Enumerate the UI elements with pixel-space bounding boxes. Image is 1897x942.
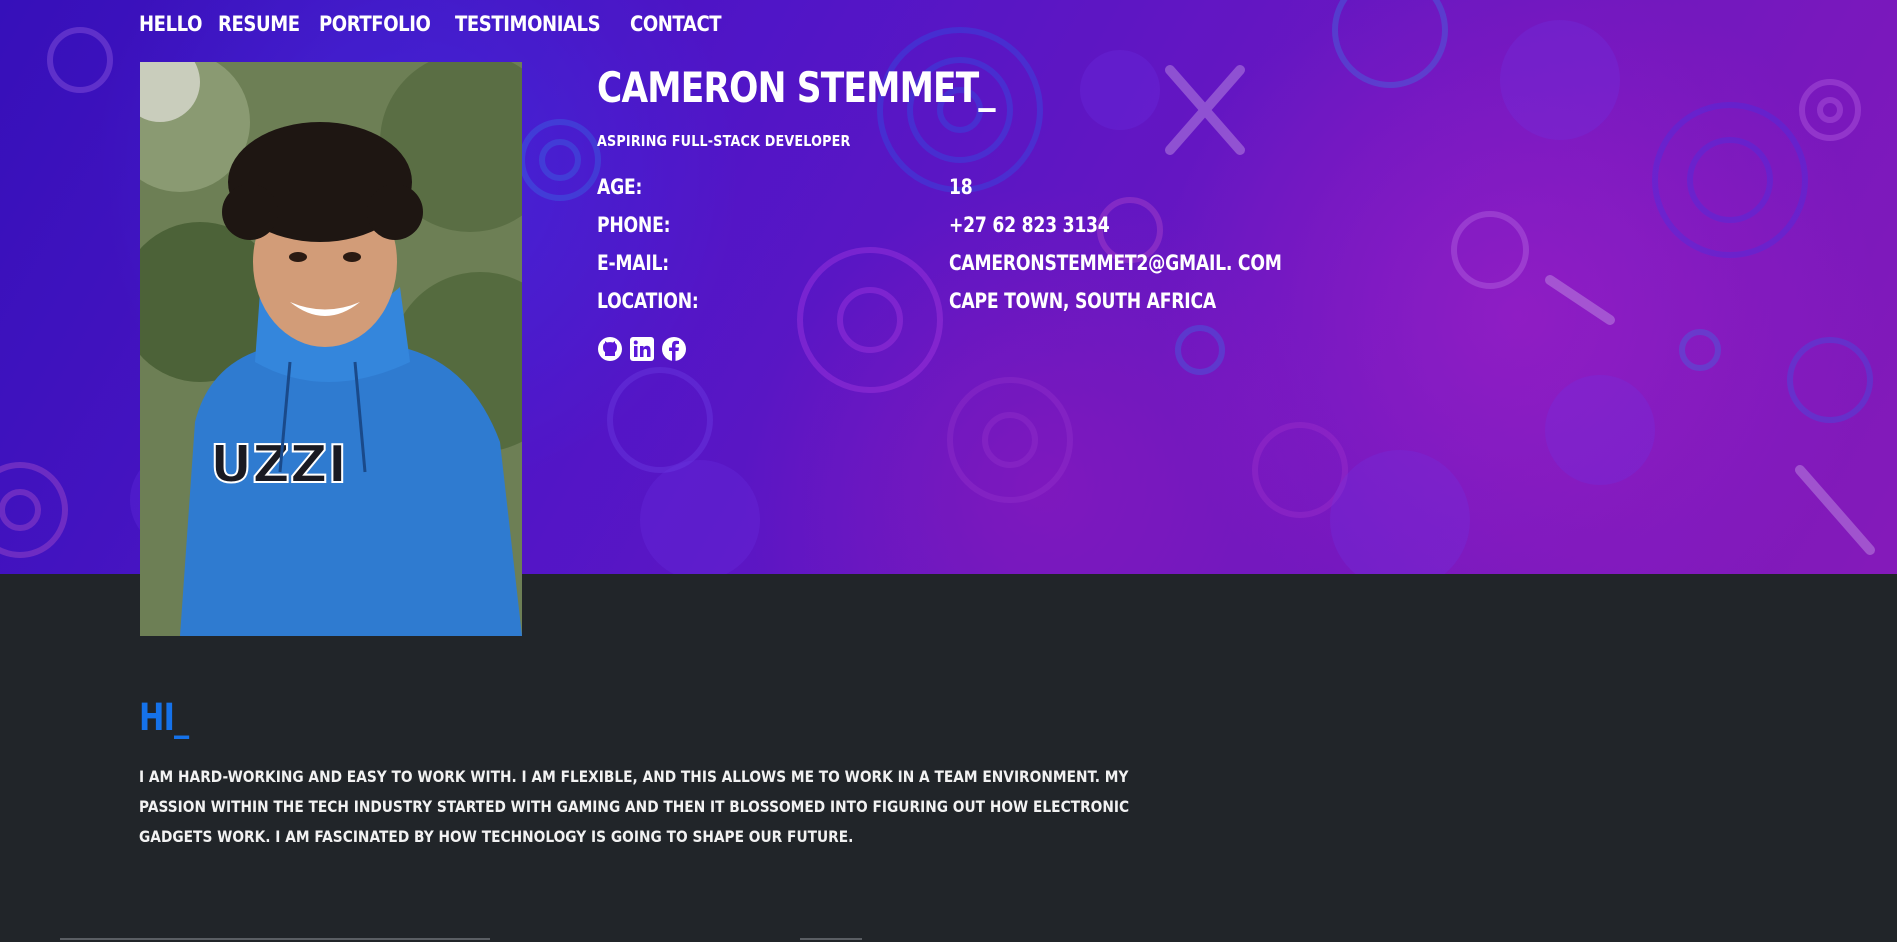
detail-label: AGE:	[597, 175, 643, 199]
social-links	[597, 336, 1355, 362]
detail-row-location: LOCATION: CAPE TOWN, SOUTH AFRICA	[597, 282, 1355, 320]
detail-value: 18	[949, 175, 973, 199]
detail-label: PHONE:	[597, 213, 671, 237]
linkedin-icon[interactable]	[629, 336, 655, 362]
detail-value: +27 62 823 3134	[949, 213, 1110, 237]
nav-resume[interactable]: RESUME	[218, 12, 300, 36]
nav-hello[interactable]: HELLO	[139, 12, 202, 36]
detail-label: E-MAIL:	[597, 251, 669, 275]
profile-name: CAMERON STEMMET_	[597, 63, 996, 112]
scrollbar-thumb[interactable]	[800, 938, 862, 940]
github-icon[interactable]	[597, 336, 623, 362]
profile-photo: UZZI	[140, 62, 522, 636]
detail-row-phone: PHONE: +27 62 823 3134	[597, 206, 1355, 244]
hoodie-logo: UZZI	[210, 435, 347, 495]
top-nav: HELLO RESUME PORTFOLIO TESTIMONIALS CONT…	[139, 12, 722, 36]
profile-info: CAMERON STEMMET_ ASPIRING FULL-STACK DEV…	[597, 62, 1355, 362]
nav-contact[interactable]: CONTACT	[630, 12, 722, 36]
detail-label: LOCATION:	[597, 289, 699, 313]
detail-row-email: E-MAIL: CAMERONSTEMMET2@GMAIL. COM	[597, 244, 1355, 282]
detail-value: CAPE TOWN, SOUTH AFRICA	[949, 289, 1216, 313]
detail-row-age: AGE: 18	[597, 168, 1355, 206]
facebook-icon[interactable]	[661, 336, 687, 362]
profile-details: AGE: 18 PHONE: +27 62 823 3134 E-MAIL: C…	[597, 168, 1355, 320]
about-heading: HI_	[139, 696, 189, 739]
about-section: HI_ I AM HARD-WORKING AND EASY TO WORK W…	[139, 690, 1199, 852]
scrollbar-track[interactable]	[60, 938, 490, 940]
detail-value: CAMERONSTEMMET2@GMAIL. COM	[949, 251, 1282, 275]
nav-portfolio[interactable]: PORTFOLIO	[319, 12, 431, 36]
about-body: I AM HARD-WORKING AND EASY TO WORK WITH.…	[139, 767, 1130, 846]
profile-tagline: ASPIRING FULL-STACK DEVELOPER	[597, 132, 851, 150]
nav-testimonials[interactable]: TESTIMONIALS	[455, 12, 601, 36]
